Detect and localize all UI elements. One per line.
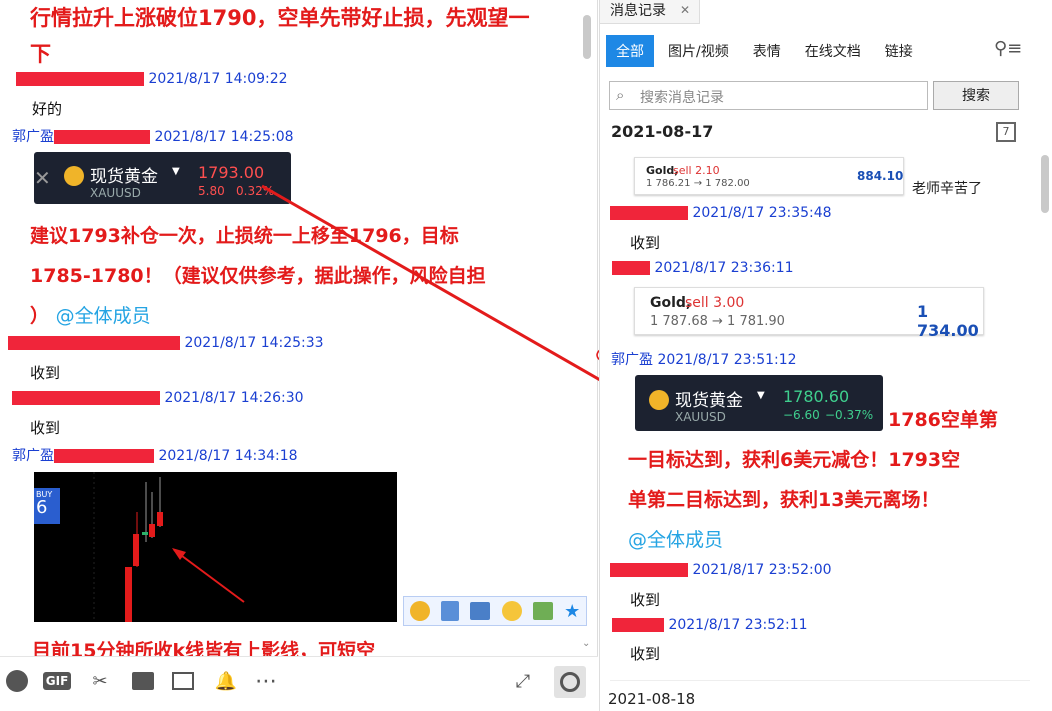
message-header: 2021/8/17 23:52:00 (610, 562, 832, 578)
message-header: 2021/8/17 23:52:11 (612, 617, 808, 633)
history-tab[interactable]: 消息记录 ✕ (600, 0, 700, 24)
redacted-name (612, 261, 650, 275)
message-text: 收到 (630, 234, 661, 252)
redacted-name (610, 563, 688, 577)
quote-image[interactable]: Gold, sell 3.00 1 787.68 → 1 781.90 1 73… (634, 287, 984, 340)
tab-docs[interactable]: 在线文档 (795, 35, 871, 67)
date-header: 2021-08-18 (608, 690, 696, 708)
redacted-name (610, 206, 688, 220)
filter-tabs: 全部 图片/视频 表情 在线文档 链接 (606, 35, 923, 67)
date-header: 2021-08-17 (611, 122, 714, 141)
tab-all[interactable]: 全部 (606, 35, 654, 67)
history-pane: 消息记录 ✕ 全部 图片/视频 表情 在线文档 链接 ⚲≡ ⌕ 搜索消息记录 搜… (599, 0, 1052, 711)
message-header: 郭广盈 2021/8/17 23:51:12 (611, 352, 797, 368)
tab-links[interactable]: 链接 (875, 35, 923, 67)
search-button[interactable]: 搜索 (933, 81, 1019, 110)
search-input[interactable]: ⌕ 搜索消息记录 (609, 81, 928, 110)
message-text: 收到 (630, 591, 661, 609)
divider (610, 680, 1030, 681)
mention-all[interactable]: @全体成员 (628, 529, 723, 551)
message-header: 2021/8/17 23:35:48 (610, 205, 832, 221)
redacted-name (612, 618, 664, 632)
history-scrollbar[interactable] (1041, 155, 1049, 213)
quote-image[interactable]: Gold, sell 2.10 1 786.21 → 1 782.00 884.… (634, 157, 904, 195)
filter-icon[interactable]: ⚲≡ (994, 38, 1022, 59)
message-text: 1786空单第 一目标达到，获利6美元减仓！1793空 单第二目标达到，获利13… (628, 409, 998, 551)
message-header: 2021/8/17 23:36:11 (612, 260, 794, 276)
close-icon[interactable]: ✕ (680, 3, 690, 17)
message-text: 老师辛苦了 (912, 181, 982, 197)
search-icon: ⌕ (616, 86, 625, 104)
tab-stickers[interactable]: 表情 (743, 35, 791, 67)
tab-media[interactable]: 图片/视频 (658, 35, 739, 67)
message-text: 收到 (630, 645, 661, 663)
calendar-icon[interactable]: 7 (996, 122, 1016, 142)
